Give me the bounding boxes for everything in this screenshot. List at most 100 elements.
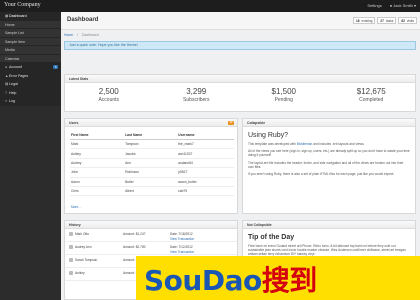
paragraph: The layout.erb file includes the header,… — [248, 160, 404, 169]
table-cell: Audrey — [70, 158, 125, 169]
sidebar-item-legal[interactable]: ▤Legal — [0, 80, 61, 89]
users-table: First Name Last Name Username Mark Tompso… — [70, 131, 234, 197]
sidebar: ▦Dashboard Home Sample List Sample Item … — [0, 12, 61, 300]
page-title: Dashboard — [67, 17, 99, 23]
table-cell: ash11927 — [177, 148, 234, 159]
table-cell: the_mark7 — [177, 139, 234, 150]
breadcrumb: Home / Dashboard — [64, 33, 99, 39]
table-cell: Ashley — [70, 148, 125, 159]
stats-panel: Latest Stats 2,500 Accounts 3,299 Subscrib… — [64, 74, 416, 112]
sidebar-item-error-pages[interactable]: ▲Error Pages — [0, 71, 61, 80]
stat-tasks[interactable]: 27 tasks — [377, 17, 397, 24]
panel-heading: Tip of the Day — [248, 234, 295, 241]
table-row: Aaron Butler aaron_butler — [70, 177, 234, 187]
sidebar-item-help[interactable]: ? Help — [0, 88, 61, 97]
sidebar-item-label: Sample List — [5, 31, 24, 35]
panel-header: Latest Stats — [65, 75, 415, 83]
middleman-link[interactable]: Middleman — [297, 142, 313, 146]
panel-header: History — [65, 221, 237, 229]
top-navbar: Your Company Settings ● Jack Smith ▾ — [0, 0, 420, 12]
sidebar-item-home[interactable]: Home — [0, 20, 61, 29]
sidebar-item-dashboard[interactable]: ▦Dashboard — [0, 12, 61, 21]
table-cell: Ann — [124, 158, 178, 169]
panel-header: Users 10 — [65, 119, 237, 127]
watermark-logo: SouDao搜到 — [144, 259, 317, 299]
view-transaction-link[interactable]: View Transaction — [170, 250, 194, 254]
table-cell: aaron_butler — [177, 177, 234, 187]
sidebar-item-label: Calendar — [5, 56, 20, 61]
panel-header[interactable]: Collapsible — [243, 119, 415, 127]
brand-logo[interactable]: Your Company — [4, 2, 41, 8]
table-cell: Mark — [70, 139, 125, 150]
table-cell: Albert — [124, 186, 178, 197]
count-tag: 10 — [228, 121, 234, 125]
view-transaction-link[interactable]: View Transaction — [170, 237, 194, 241]
table-cell: cab79 — [177, 186, 234, 197]
stat-existing[interactable]: 18 existing — [353, 17, 376, 24]
sidebar-item-label: Legal — [9, 82, 18, 86]
stat-value: 82 — [401, 19, 405, 23]
avatar — [69, 245, 73, 249]
list-item: Mark Otto Amount: $1,247 Date: 7/18/2012 Vi… — [65, 229, 237, 242]
table-cell: Butler — [124, 177, 178, 187]
sidebar-item-calendar[interactable]: Calendar — [0, 54, 61, 63]
ruby-panel: Collapsible Using Ruby? This template wa… — [242, 118, 416, 214]
table-row: Audrey Ann audann84 — [70, 158, 234, 169]
sidebar-item-label: Error Pages — [9, 73, 29, 78]
sidebar-item-media[interactable]: Media — [0, 46, 61, 55]
stat-caption: Accounts — [98, 97, 120, 103]
history-name: Audrey Ann — [75, 245, 92, 249]
chevron-down-icon: ▾ — [413, 3, 416, 8]
column-header[interactable]: Last Name — [124, 131, 178, 140]
avatar — [69, 271, 73, 275]
header-stats: 18 existing 27 tasks 82 visits — [353, 17, 417, 24]
history-name: Mark Otto — [75, 232, 89, 236]
table-cell: Aaron — [70, 177, 125, 187]
list-item: Audrey Ann Amount: $2,780 Date: 7/12/2012 V… — [65, 242, 237, 255]
watermark-cn: 搜到 — [261, 264, 318, 297]
stat-number: $12,675 — [356, 87, 386, 96]
panel-title: Users — [69, 121, 79, 125]
table-row: Ashley Jacobs ash11927 — [70, 148, 234, 159]
sidebar-item-log[interactable]: ≡ Log — [0, 97, 61, 106]
sidebar-item-label: Media — [5, 48, 15, 52]
history-name: Ashley — [75, 271, 85, 275]
settings-link[interactable]: Settings — [367, 3, 381, 8]
table-cell: Tompson — [124, 139, 178, 150]
info-alert: Just a quick note: Hope you like the the… — [64, 41, 416, 50]
user-menu-link[interactable]: ● Jack Smith ▾ — [390, 3, 416, 8]
user-name: Jack Smith — [393, 3, 413, 8]
history-name: Sarah Tompson — [75, 258, 98, 262]
stat-caption: Pending — [274, 97, 293, 103]
stat-visits[interactable]: 82 visits — [398, 17, 417, 24]
history-date: Date: 7/18/2012 — [170, 232, 193, 236]
intro-paragraph: This template was developed with Middlem… — [248, 142, 410, 146]
stat-value: 27 — [380, 19, 384, 23]
avatar — [69, 258, 73, 262]
sidebar-item-account[interactable]: ● Account 5 — [0, 63, 61, 72]
page-header: Dashboard 18 existing 27 tasks 82 visits — [61, 12, 420, 30]
stat-cell-completed: $12,675 Completed — [328, 83, 416, 111]
table-cell: Robinson — [124, 167, 178, 178]
stat-value: 18 — [356, 19, 360, 23]
sidebar-item-label: Log — [9, 99, 15, 103]
paragraph: Fixie banh mi ennui Godard street art iP… — [248, 244, 406, 257]
more-link[interactable]: More... — [71, 205, 81, 209]
top-nav-links: Settings ● Jack Smith ▾ — [367, 3, 416, 8]
paragraph: If you aren't using Ruby, there is also … — [248, 172, 395, 177]
stat-number: $1,500 — [271, 87, 296, 96]
column-header[interactable]: First Name — [70, 131, 125, 140]
history-amount: Amount: $1,247 — [123, 232, 146, 236]
table-cell: Jacobs — [124, 148, 178, 159]
intro-text: This template was developed with — [248, 142, 296, 146]
history-date: Date: 7/12/2012 — [170, 245, 193, 249]
breadcrumb-home[interactable]: Home — [64, 33, 73, 39]
column-header[interactable]: Username — [177, 131, 234, 140]
avatar — [69, 232, 73, 236]
table-cell: jr5527 — [177, 167, 234, 178]
stat-number: 2,500 — [98, 87, 119, 96]
table-cell: Chris — [70, 186, 125, 197]
table-row: John Robinson jr5527 — [70, 167, 234, 178]
sidebar-item-sample-item[interactable]: Sample Item — [0, 37, 61, 46]
sidebar-item-sample-list[interactable]: Sample List — [0, 29, 61, 38]
